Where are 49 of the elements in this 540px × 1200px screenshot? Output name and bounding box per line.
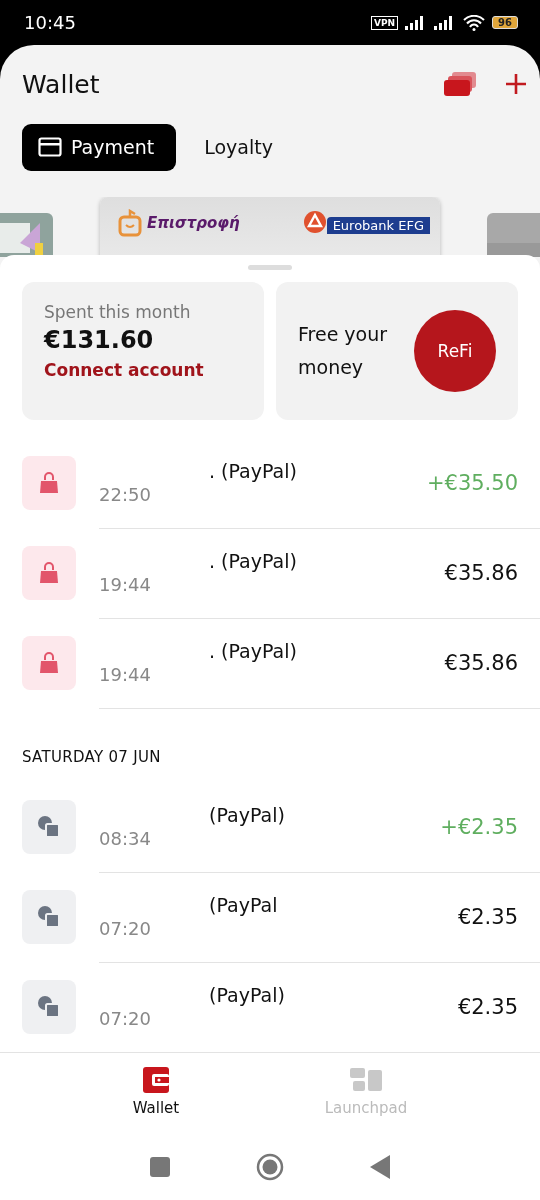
promo-text: Free your money xyxy=(298,322,389,380)
bank-logo-icon xyxy=(302,209,327,234)
credit-card-icon xyxy=(38,137,62,157)
nav-tab[interactable]: Wallet xyxy=(126,1053,186,1133)
battery-indicator: 96 xyxy=(492,16,518,29)
transaction-amount: +€2.35 xyxy=(440,814,518,839)
bank-name: Eurobank EFG xyxy=(326,217,430,234)
page-title: Wallet xyxy=(22,69,100,99)
merchant-name: . (PayPal) xyxy=(209,550,298,572)
shopping-bag-icon xyxy=(37,561,61,585)
add-button[interactable] xyxy=(504,72,528,96)
transaction-time: 19:44 xyxy=(99,574,152,595)
transaction-amount: +€35.50 xyxy=(426,470,518,495)
merchant-name: (PayPal) xyxy=(209,984,286,1006)
merchant-name: (PayPal xyxy=(209,894,279,916)
shopping-bag-icon xyxy=(37,651,61,675)
merchant-name: . (PayPal) xyxy=(209,640,298,662)
spending-label: Spent this month xyxy=(44,302,192,322)
smiley-box-icon xyxy=(118,209,144,237)
tiles-icon xyxy=(349,1067,382,1093)
merchant-name: . (PayPal) xyxy=(209,460,298,482)
transaction-time: 07:20 xyxy=(99,918,152,939)
recents-button[interactable] xyxy=(150,1156,170,1177)
transaction-time: 07:20 xyxy=(99,1008,152,1029)
payment-card[interactable]: Επιστροφή Eurobank EFG xyxy=(100,197,440,257)
transaction-amount: €35.86 xyxy=(444,560,518,585)
tab[interactable]: Payment xyxy=(22,123,177,171)
transaction-time: 08:34 xyxy=(99,828,152,849)
refi-button[interactable]: ReFi xyxy=(414,310,496,392)
wallet-icon xyxy=(142,1067,169,1093)
clock: 10:45 xyxy=(24,12,76,33)
back-button[interactable] xyxy=(370,1154,390,1179)
vpn-indicator: VPN xyxy=(371,15,399,30)
cards-button[interactable] xyxy=(444,71,478,97)
connect-account-link[interactable]: Connect account xyxy=(44,360,204,380)
date-header: SATURDAY 07 JUN xyxy=(21,747,162,768)
transaction-amount: €2.35 xyxy=(457,904,518,929)
home-button[interactable] xyxy=(256,1152,284,1181)
transaction-amount: €35.86 xyxy=(444,650,518,675)
transaction-amount: €2.35 xyxy=(457,994,518,1019)
transaction-time: 19:44 xyxy=(99,664,152,685)
wifi-icon xyxy=(463,14,486,31)
tab[interactable]: Loyalty xyxy=(188,123,295,171)
spending-amount: €131.60 xyxy=(44,326,155,354)
merchant-name: (PayPal) xyxy=(209,804,286,826)
card-brand: Επιστροφή xyxy=(147,214,240,232)
shopping-bag-icon xyxy=(37,471,61,495)
drag-handle[interactable] xyxy=(248,265,292,270)
transaction-time: 22:50 xyxy=(99,484,152,505)
